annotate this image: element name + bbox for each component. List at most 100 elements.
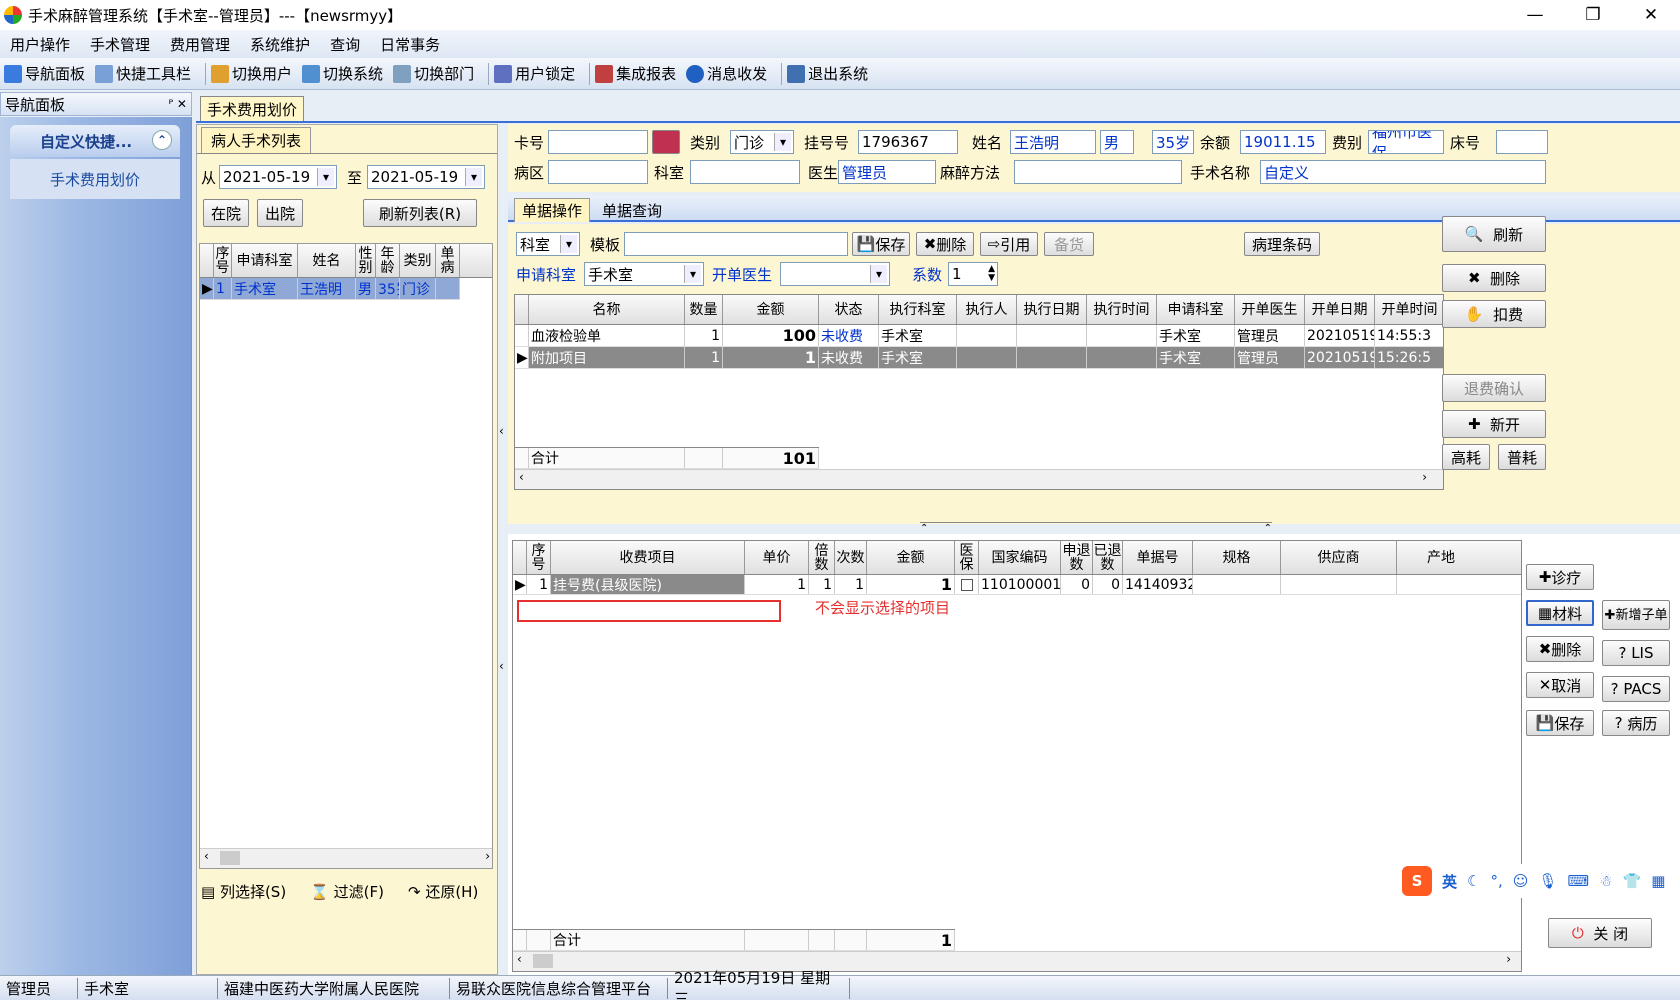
splitter[interactable]: ‹ ‹ [498,124,508,975]
grid-icon[interactable]: ▦ [1651,872,1665,890]
sex-input[interactable]: 男 [1100,130,1134,154]
sogou-icon[interactable]: S [1402,866,1432,896]
detail-h-scrollbar[interactable]: ‹ › [513,951,1521,971]
tb-lock-user[interactable]: 用户锁定 [494,63,575,84]
medical-record-button[interactable]: ? 病历 [1602,710,1670,736]
punct-icon[interactable]: °, [1490,872,1502,890]
table-row[interactable]: ▶ 1 手术室 王浩明 男 35岁 门诊 [200,278,460,300]
table-row[interactable]: ▶ 1 挂号费(县级医院) 1 1 1 1 110100001 0 0 1414… [513,575,1521,595]
bill-save-button[interactable]: 💾 保存 [852,232,910,256]
name-input[interactable]: 王浩明 [1010,130,1096,154]
ward-input[interactable] [548,160,648,184]
normal-consumable-button[interactable]: 普耗 [1498,444,1546,470]
tb-exit[interactable]: 退出系统 [787,63,868,84]
refresh-button[interactable]: 🔍 刷新 [1442,216,1546,252]
close-window-button[interactable]: ✕ [1622,0,1680,30]
col-seq[interactable]: 序号 [214,244,232,277]
delete-button[interactable]: ✖ 删除 [1442,264,1546,292]
table-row[interactable]: 血液检验单 1 100 未收费 手术室 手术室 管理员 20210519 14:… [515,325,1443,347]
tab-bill-ops[interactable]: 单据操作 [514,198,590,222]
tab-surgery-fee[interactable]: 手术费用划价 [200,96,304,122]
col-age[interactable]: 年龄 [376,244,400,277]
table-row[interactable]: ▶ 附加项目 1 1 未收费 手术室 手术室 管理员 20210519 15:2… [515,347,1443,369]
restore-button[interactable]: ↷ 还原(H) [408,881,478,902]
h-scrollbar[interactable]: ‹ › [200,848,492,868]
coef-stepper[interactable]: 1 ▲ ▼ [948,262,998,286]
col-sex[interactable]: 性别 [356,244,376,277]
menu-fee[interactable]: 费用管理 [170,34,230,55]
surgery-name-input[interactable]: 自定义 [1260,160,1546,184]
pacs-button[interactable]: ? PACS [1602,676,1670,702]
menu-system[interactable]: 系统维护 [250,34,310,55]
mic-icon[interactable]: 🎙 [1538,872,1557,890]
insurance-checkbox[interactable] [955,575,979,594]
tb-reports[interactable]: 集成报表 [595,63,676,84]
col-single-disease[interactable]: 单病 [436,244,460,277]
nav-group-custom[interactable]: 自定义快捷... ⌃ [10,125,180,157]
filter-button[interactable]: ⌛ 过滤(F) [310,881,384,902]
collapse-icon[interactable]: ⌃ [152,130,172,150]
h-splitter[interactable]: ⌃ ⌃ [508,522,1680,534]
tab-bill-query[interactable]: 单据查询 [602,200,662,221]
doctor-input[interactable]: 管理员 [838,160,936,184]
in-hospital-button[interactable]: 在院 [203,199,249,227]
reg-no-input[interactable]: 1796367 [858,130,958,154]
add-sub-bill-button[interactable]: ✚ 新增子单 [1602,600,1670,630]
bill-ref-button[interactable]: ⇨ 引用 [980,232,1038,256]
refund-confirm-button[interactable]: 退费确认 [1442,374,1546,402]
type-select[interactable]: 门诊 [730,130,794,154]
template-input[interactable] [624,232,848,256]
card-input[interactable] [548,130,648,154]
lis-button[interactable]: ? LIS [1602,640,1670,666]
pathology-barcode-button[interactable]: 病理条码 [1244,232,1320,256]
menu-query[interactable]: 查询 [330,34,360,55]
anesthesia-input[interactable] [1014,160,1182,184]
detail-delete-button[interactable]: ✖ 删除 [1526,636,1594,662]
col-type[interactable]: 类别 [400,244,436,277]
card-reader-icon[interactable] [652,130,680,154]
tb-nav-panel[interactable]: 导航面板 [4,63,85,84]
bill-delete-button[interactable]: ✖ 删除 [916,232,974,256]
tb-messages[interactable]: 消息收发 [686,63,767,84]
fee-type-input[interactable]: 福州市医保 [1368,130,1444,154]
balance-input[interactable]: 19011.15 [1240,130,1326,154]
detail-save-button[interactable]: 💾 保存 [1526,710,1594,736]
maximize-button[interactable]: ❐ [1564,0,1622,30]
bill-h-scrollbar[interactable]: ‹ › [515,469,1443,489]
moon-icon[interactable]: ☾ [1467,872,1480,890]
cancel-button[interactable]: ✕ 取消 [1526,672,1594,698]
refresh-list-button[interactable]: 刷新列表(R) [363,199,477,227]
ime-lang[interactable]: 英 [1442,871,1457,892]
tb-switch-system[interactable]: 切换系统 [302,63,383,84]
dept-input[interactable] [690,160,800,184]
pin-close-icon[interactable]: ᴾ ✕ [169,97,187,111]
treat-button[interactable]: ✚ 诊疗 [1526,564,1594,590]
emoji-icon[interactable]: ☺ [1513,872,1529,890]
minimize-button[interactable]: — [1506,0,1564,30]
column-select-button[interactable]: ▤ 列选择(S) [201,881,286,902]
apply-dept-select[interactable]: 手术室 [584,262,704,286]
high-consumable-button[interactable]: 高耗 [1442,444,1490,470]
menu-daily[interactable]: 日常事务 [380,34,440,55]
bill-stock-button[interactable]: 备货 [1044,232,1094,256]
user-icon[interactable]: ☃ [1599,872,1612,890]
date-from-input[interactable]: 2021-05-19 [219,165,337,189]
col-dept[interactable]: 申请科室 [232,244,298,277]
menu-user[interactable]: 用户操作 [10,34,70,55]
material-button[interactable]: ▦ 材料 [1526,600,1594,626]
tb-switch-dept[interactable]: 切换部门 [393,63,474,84]
skin-icon[interactable]: 👕 [1623,872,1642,890]
discharged-button[interactable]: 出院 [257,199,303,227]
charge-button[interactable]: ✋ 扣费 [1442,300,1546,328]
tab-patient-list[interactable]: 病人手术列表 [201,127,311,153]
age-input[interactable]: 35岁 [1152,130,1194,154]
keyboard-icon[interactable]: ⌨ [1567,872,1589,890]
nav-item-surgery-fee[interactable]: 手术费用划价 [10,159,180,199]
date-to-input[interactable]: 2021-05-19 [367,165,485,189]
new-bill-button[interactable]: ✚ 新开 [1442,410,1546,438]
col-name[interactable]: 姓名 [298,244,356,277]
dept-template-select[interactable]: 科室 [516,232,580,256]
tb-quick-toolbar[interactable]: 快捷工具栏 [95,63,191,84]
bill-doctor-select[interactable] [780,262,890,286]
menu-surgery[interactable]: 手术管理 [90,34,150,55]
